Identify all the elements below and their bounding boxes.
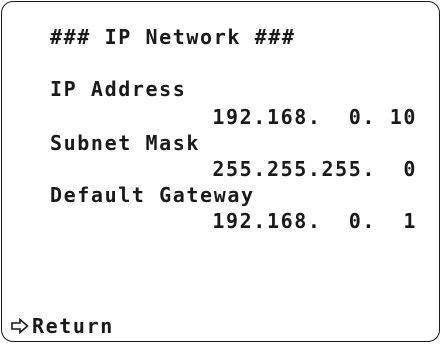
ip-address-label: IP Address (50, 77, 187, 101)
menu-title: ### IP Network ### (50, 25, 296, 49)
subnet-mask-value[interactable]: 255.255.255. 0 (212, 156, 417, 182)
return-label: Return (32, 314, 114, 338)
default-gateway-label: Default Gateway (50, 183, 255, 207)
default-gateway-value[interactable]: 192.168. 0. 1 (212, 208, 417, 234)
return-menu-item[interactable]: Return (10, 314, 114, 338)
ip-address-value[interactable]: 192.168. 0. 10 (212, 104, 417, 130)
hollow-right-arrow-icon (10, 317, 30, 335)
subnet-mask-label: Subnet Mask (50, 131, 201, 155)
ip-network-menu-screen: ### IP Network ### IP Address 192.168. 0… (1, 1, 440, 342)
